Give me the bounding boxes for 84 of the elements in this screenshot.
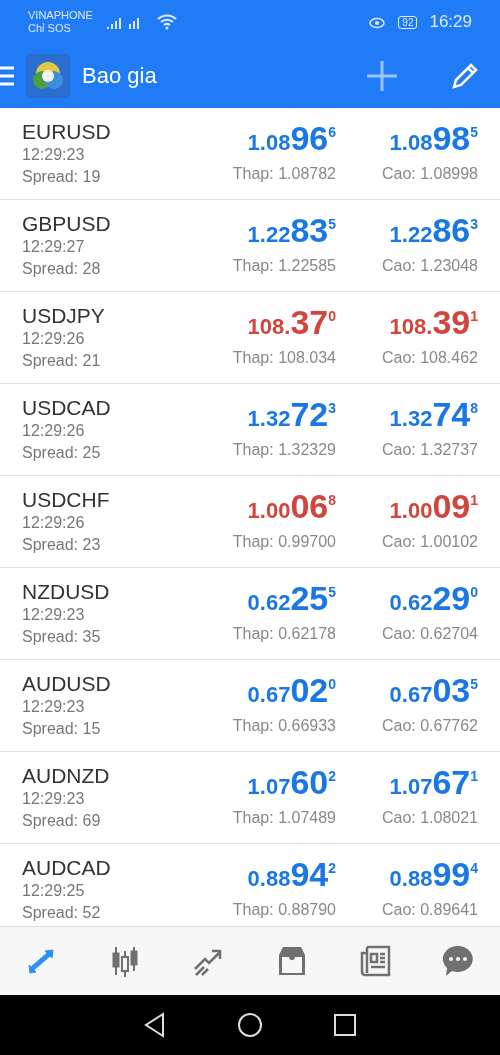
recents-icon[interactable] bbox=[333, 1013, 357, 1037]
carrier-name: VINAPHONE bbox=[28, 9, 93, 22]
high-price: Cao: 1.08021 bbox=[381, 808, 478, 828]
quote-time: 12:29:26 bbox=[22, 421, 86, 441]
high-price: Cao: 0.62704 bbox=[381, 624, 478, 644]
quote-row[interactable]: AUDNZD 12:29:23 Spread: 69 1.0760$^{2}$ Thap: 1.07489 1.0767$^{1}$ Cao: 1.08021 bbox=[0, 752, 500, 844]
low-price: Thap: 1.32329 bbox=[232, 440, 336, 460]
ask-price: 1.2286$^{3}$ bbox=[389, 210, 478, 251]
home-icon[interactable] bbox=[237, 1012, 263, 1038]
spread-value: Spread: 25 bbox=[22, 443, 102, 463]
screen-title: Bao gia bbox=[82, 63, 157, 89]
low-price: Thap: 1.07489 bbox=[232, 808, 336, 828]
eye-icon bbox=[368, 15, 387, 29]
spread-value: Spread: 21 bbox=[22, 351, 102, 371]
quote-time: 12:29:23 bbox=[22, 697, 86, 717]
app-logo-icon bbox=[26, 54, 70, 98]
high-price: Cao: 0.67762 bbox=[381, 716, 478, 736]
low-price: Thap: 0.66933 bbox=[232, 716, 336, 736]
high-price: Cao: 1.00102 bbox=[381, 532, 478, 552]
symbol-name: EURUSD bbox=[22, 120, 112, 144]
quote-row[interactable]: USDJPY 12:29:26 Spread: 21 108.37$^{0}$ Thap: 108.034 108.39$^{1}$ Cao: 108.462 bbox=[0, 292, 500, 384]
quote-row[interactable]: EURUSD 12:29:23 Spread: 19 1.0896$^{6}$ Thap: 1.08782 1.0898$^{5}$ Cao: 1.08998 bbox=[0, 108, 500, 200]
spread-value: Spread: 28 bbox=[22, 259, 102, 279]
low-price: Thap: 0.88790 bbox=[232, 900, 336, 920]
clock-time: 16:29 bbox=[429, 12, 472, 32]
quote-row[interactable]: USDCAD 12:29:26 Spread: 25 1.3272$^{3}$ Thap: 1.32329 1.3274$^{8}$ Cao: 1.32737 bbox=[0, 384, 500, 476]
ask-price: 1.0898$^{5}$ bbox=[389, 118, 478, 159]
edit-button[interactable] bbox=[450, 61, 480, 91]
quote-row[interactable]: USDCHF 12:29:26 Spread: 23 1.0006$^{8}$ Thap: 0.99700 1.0009$^{1}$ Cao: 1.00102 bbox=[0, 476, 500, 568]
bid-price: 0.6702$^{0}$ bbox=[247, 670, 336, 711]
spread-value: Spread: 19 bbox=[22, 167, 102, 187]
symbol-name: USDCHF bbox=[22, 488, 111, 512]
symbol-name: USDCAD bbox=[22, 396, 112, 420]
symbol-name: AUDNZD bbox=[22, 764, 111, 788]
spread-value: Spread: 15 bbox=[22, 719, 102, 739]
bid-price: 0.8894$^{2}$ bbox=[247, 854, 336, 895]
bid-price: 1.0896$^{6}$ bbox=[247, 118, 336, 159]
quote-row[interactable]: GBPUSD 12:29:27 Spread: 28 1.2283$^{5}$ Thap: 1.22585 1.2286$^{3}$ Cao: 1.23048 bbox=[0, 200, 500, 292]
low-price: Thap: 0.99700 bbox=[232, 532, 336, 552]
menu-button[interactable] bbox=[0, 65, 14, 87]
back-icon[interactable] bbox=[143, 1012, 167, 1038]
battery-indicator: 92 bbox=[398, 15, 418, 29]
ask-price: 0.6229$^{0}$ bbox=[389, 578, 478, 619]
low-price: Thap: 0.62178 bbox=[232, 624, 336, 644]
bid-price: 1.0006$^{8}$ bbox=[247, 486, 336, 527]
bid-price: 108.37$^{0}$ bbox=[247, 302, 336, 343]
quote-time: 12:29:26 bbox=[22, 513, 86, 533]
low-price: Thap: 1.08782 bbox=[232, 164, 336, 184]
low-price: Thap: 108.034 bbox=[232, 348, 336, 368]
high-price: Cao: 1.32737 bbox=[381, 440, 478, 460]
quote-row[interactable]: AUDUSD 12:29:23 Spread: 15 0.6702$^{0}$ Thap: 0.66933 0.6703$^{5}$ Cao: 0.67762 bbox=[0, 660, 500, 752]
ask-price: 1.3274$^{8}$ bbox=[389, 394, 478, 435]
spread-value: Spread: 52 bbox=[22, 903, 102, 923]
bid-price: 1.0760$^{2}$ bbox=[247, 762, 336, 803]
carrier-note: Chỉ SOS bbox=[28, 22, 72, 35]
quote-time: 12:29:23 bbox=[22, 145, 86, 165]
high-price: Cao: 108.462 bbox=[381, 348, 478, 368]
ask-price: 108.39$^{1}$ bbox=[389, 302, 478, 343]
bid-price: 0.6225$^{5}$ bbox=[247, 578, 336, 619]
quote-time: 12:29:23 bbox=[22, 789, 86, 809]
wifi-icon bbox=[156, 14, 177, 30]
symbol-name: GBPUSD bbox=[22, 212, 112, 236]
high-price: Cao: 1.23048 bbox=[381, 256, 478, 276]
quote-time: 12:29:25 bbox=[22, 881, 86, 901]
high-price: Cao: 1.08998 bbox=[381, 164, 478, 184]
bid-price: 1.3272$^{3}$ bbox=[247, 394, 336, 435]
symbol-name: AUDUSD bbox=[22, 672, 112, 696]
ask-price: 1.0767$^{1}$ bbox=[389, 762, 478, 803]
spread-value: Spread: 35 bbox=[22, 627, 102, 647]
symbol-name: AUDCAD bbox=[22, 856, 112, 880]
symbol-name: NZDUSD bbox=[22, 580, 111, 604]
quote-row[interactable]: NZDUSD 12:29:23 Spread: 35 0.6225$^{5}$ Thap: 0.62178 0.6229$^{0}$ Cao: 0.62704 bbox=[0, 568, 500, 660]
ask-price: 0.6703$^{5}$ bbox=[389, 670, 478, 711]
bid-price: 1.2283$^{5}$ bbox=[247, 210, 336, 251]
high-price: Cao: 0.89641 bbox=[381, 900, 478, 920]
spread-value: Spread: 69 bbox=[22, 811, 102, 831]
quote-time: 12:29:27 bbox=[22, 237, 86, 257]
low-price: Thap: 1.22585 bbox=[232, 256, 336, 276]
symbol-name: USDJPY bbox=[22, 304, 106, 328]
spread-value: Spread: 23 bbox=[22, 535, 102, 555]
quote-time: 12:29:23 bbox=[22, 605, 86, 625]
quote-time: 12:29:26 bbox=[22, 329, 86, 349]
ask-price: 0.8899$^{4}$ bbox=[389, 854, 478, 895]
ask-price: 1.0009$^{1}$ bbox=[389, 486, 478, 527]
